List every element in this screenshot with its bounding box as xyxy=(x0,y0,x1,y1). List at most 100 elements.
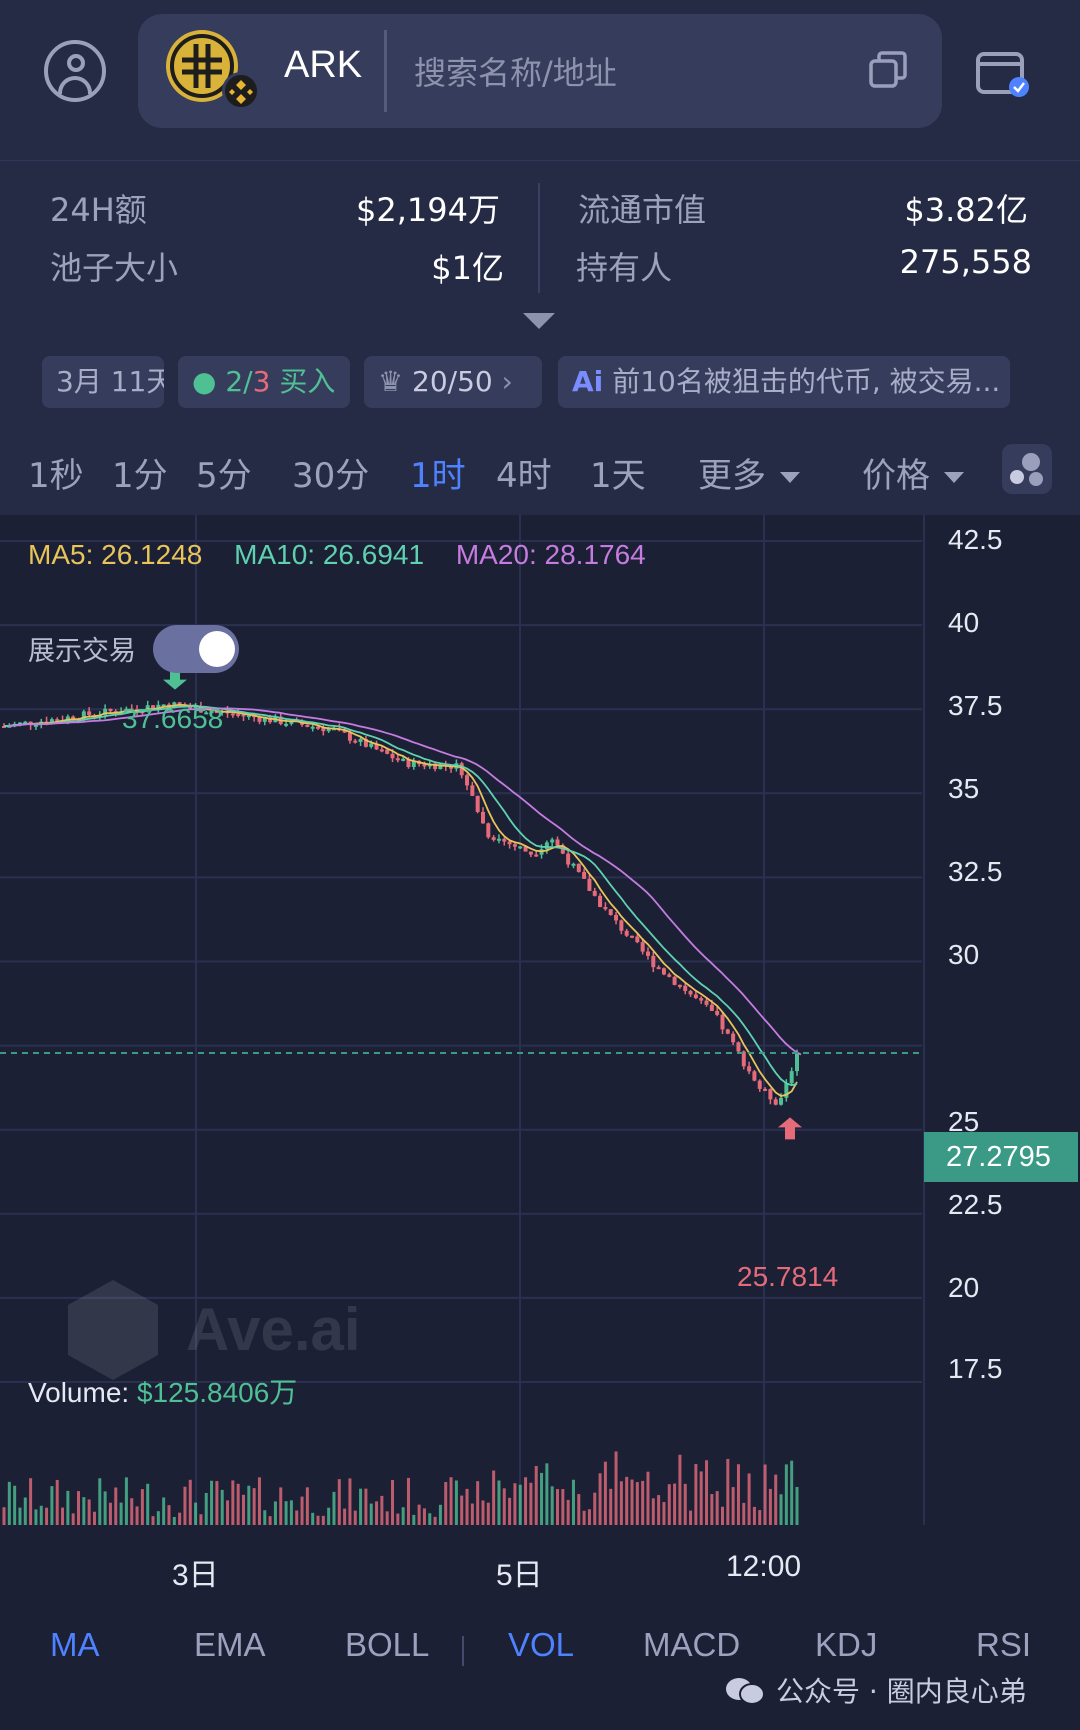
interval-1m[interactable]: 1分 xyxy=(112,448,168,497)
volume-bar xyxy=(178,1512,182,1525)
candle-body xyxy=(486,823,491,838)
volume-bar xyxy=(790,1460,794,1525)
watermark-text: Ave.ai xyxy=(186,1296,361,1363)
x-tick: 12:00 xyxy=(726,1550,802,1583)
volume-bar xyxy=(71,1513,75,1525)
ma5-value: MA5: 26.1248 xyxy=(28,539,203,570)
volume-bar xyxy=(486,1502,490,1525)
volume-bar xyxy=(167,1505,171,1525)
volume-bar xyxy=(140,1489,144,1525)
volume-bar xyxy=(66,1490,70,1525)
y-tick: 35 xyxy=(948,773,980,804)
volume-bar xyxy=(45,1507,49,1525)
candle-body xyxy=(645,951,650,956)
volume-bar xyxy=(87,1499,91,1525)
low-arrow-icon xyxy=(778,1117,802,1140)
indicator-rsi[interactable]: RSI xyxy=(976,1626,1031,1664)
wallet-icon[interactable] xyxy=(976,46,1030,98)
volume-bar xyxy=(768,1488,772,1525)
volume-bar xyxy=(550,1486,554,1525)
y-tick: 20 xyxy=(948,1272,980,1303)
volume-bar xyxy=(114,1487,118,1525)
candle-body xyxy=(779,1097,784,1105)
show-trades-toggle[interactable] xyxy=(153,625,239,673)
indicator-macd[interactable]: MACD xyxy=(643,1626,740,1664)
top-bar: ARK 搜索名称/地址 xyxy=(0,0,1080,160)
ai-insight-tag[interactable]: Ai 前10名被狙击的代币, 被交易... › xyxy=(558,356,1010,408)
volume-bar xyxy=(545,1463,549,1525)
candlestick-chart[interactable] xyxy=(0,515,1080,1575)
pool-size-value: $1亿 xyxy=(431,249,504,287)
volume-bar xyxy=(492,1470,496,1525)
volume-bar xyxy=(609,1488,613,1525)
indicator-ma[interactable]: MA xyxy=(50,1626,100,1664)
candle-body xyxy=(369,743,374,747)
volume-bar xyxy=(571,1479,575,1525)
interval-30m[interactable]: 30分 xyxy=(292,448,369,497)
indicator-boll[interactable]: BOLL xyxy=(345,1626,429,1664)
volume-bar xyxy=(29,1478,33,1525)
volume-bar xyxy=(305,1487,309,1525)
interval-5m[interactable]: 5分 xyxy=(196,448,252,497)
profile-icon[interactable] xyxy=(44,40,106,102)
volume-bar xyxy=(779,1494,783,1525)
stats-divider xyxy=(538,183,540,293)
more-dropdown[interactable]: 更多 xyxy=(698,448,800,497)
search-bar[interactable]: ARK 搜索名称/地址 xyxy=(138,14,942,128)
top-holders-tag[interactable]: ♛ 20/50 › xyxy=(364,356,542,408)
volume-bar xyxy=(199,1514,203,1525)
volume-bar xyxy=(625,1476,629,1525)
candle-body xyxy=(566,853,571,865)
volume-bar xyxy=(502,1488,506,1525)
candle-body xyxy=(470,785,475,796)
price-chart[interactable]: MA5: 26.1248 MA10: 26.6941 MA20: 28.1764… xyxy=(0,515,1080,1592)
volume-bar xyxy=(34,1509,38,1525)
indicator-kdj[interactable]: KDJ xyxy=(815,1626,877,1664)
volume-bar xyxy=(412,1514,416,1525)
copy-icon[interactable] xyxy=(868,50,908,90)
token-tags: 3月 11天 ● 2/3 买入 ♛ 20/50 › Ai 前10名被狙击的代币,… xyxy=(0,340,1080,420)
price-dropdown[interactable]: 价格 xyxy=(862,448,964,497)
candle-body xyxy=(284,723,289,726)
interval-4h[interactable]: 4时 xyxy=(496,448,552,497)
volume-bar xyxy=(715,1491,719,1525)
interval-1h[interactable]: 1时 xyxy=(410,448,466,497)
volume-bar xyxy=(460,1495,464,1525)
volume-bar xyxy=(694,1464,698,1525)
ai-insight-text: 前10名被狙击的代币, 被交易... xyxy=(612,365,1001,398)
interval-1d[interactable]: 1天 xyxy=(590,448,646,497)
y-tick: 30 xyxy=(948,939,980,970)
volume-bar xyxy=(130,1498,134,1525)
volume-bar xyxy=(380,1495,384,1525)
candle-body xyxy=(763,1088,768,1091)
volume-bar xyxy=(577,1494,581,1525)
candle-body xyxy=(87,711,92,716)
buy-tag[interactable]: ● 2/3 买入 xyxy=(178,356,350,408)
volume-bar xyxy=(273,1501,277,1525)
volume-bar xyxy=(220,1489,224,1525)
candle-body xyxy=(603,907,608,910)
expand-stats-icon[interactable] xyxy=(523,313,555,329)
volume-bar xyxy=(385,1511,389,1525)
candle-body xyxy=(661,968,666,975)
volume-24h-value: $2,194万 xyxy=(356,191,500,229)
candle-body xyxy=(768,1089,773,1100)
volume-bar xyxy=(497,1480,501,1525)
volume-bar xyxy=(667,1484,671,1525)
candle-body xyxy=(683,985,688,992)
volume-bar xyxy=(284,1501,288,1525)
indicator-vol[interactable]: VOL xyxy=(508,1626,574,1664)
search-input[interactable]: 搜索名称/地址 xyxy=(414,48,617,94)
bnb-chain-icon xyxy=(222,72,260,110)
market-cap-value: $3.82亿 xyxy=(904,191,1028,229)
volume-bar xyxy=(343,1508,347,1525)
y-tick: 22.5 xyxy=(948,1189,1003,1220)
chart-layout-icon[interactable] xyxy=(1002,444,1052,494)
volume-bar xyxy=(348,1478,352,1525)
candle-body xyxy=(379,749,384,752)
volume-bar xyxy=(210,1480,214,1525)
ma20-value: MA20: 28.1764 xyxy=(455,539,646,570)
interval-1s[interactable]: 1秒 xyxy=(28,448,84,497)
indicator-ema[interactable]: EMA xyxy=(194,1626,266,1664)
candle-body xyxy=(528,851,533,855)
